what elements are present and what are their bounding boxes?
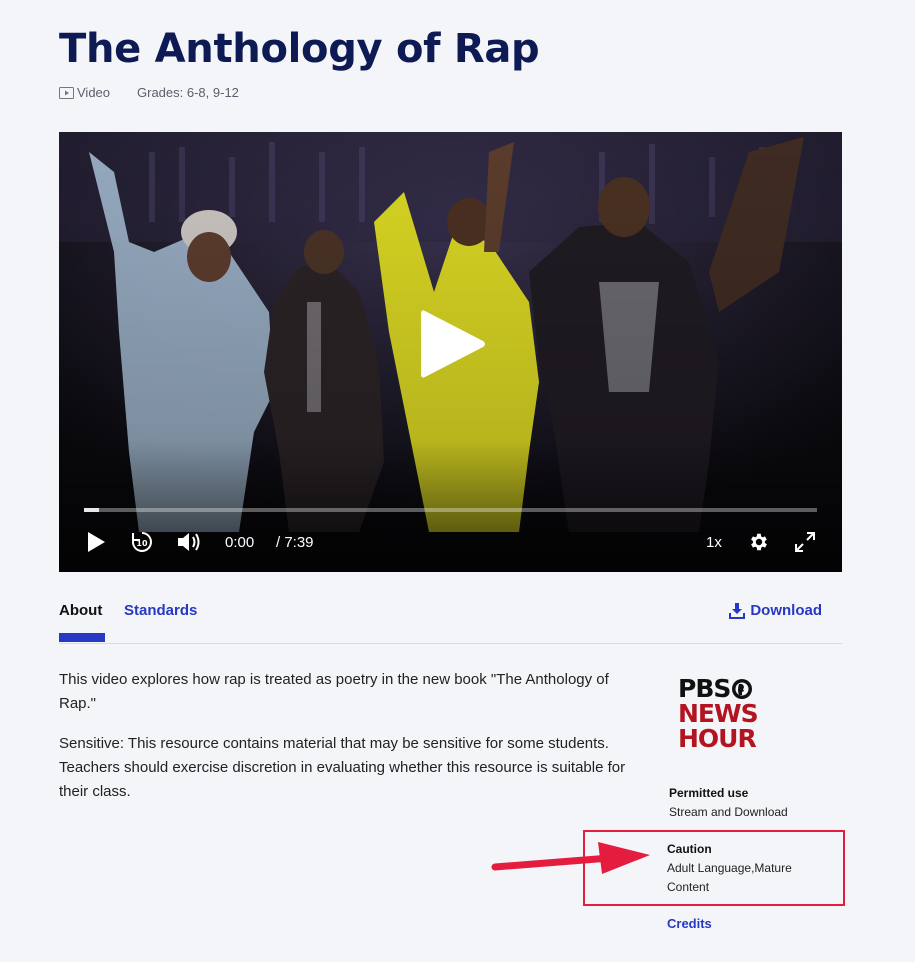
- logo-line-1: PBS: [678, 674, 731, 703]
- rewind-10-button[interactable]: 10: [130, 524, 154, 560]
- active-tab-indicator: [59, 633, 105, 642]
- player-controls: 10 0:00 / 7:39 1x: [59, 524, 842, 560]
- caution-value-line2: Content: [667, 880, 710, 894]
- caution-value-line1: Adult Language,Mature: [667, 861, 792, 875]
- description-paragraph: This video explores how rap is treated a…: [59, 671, 609, 712]
- download-icon: [729, 603, 746, 619]
- progress-fill: [84, 508, 99, 512]
- current-time: 0:00: [225, 533, 255, 551]
- volume-icon: [178, 533, 200, 551]
- settings-button[interactable]: [748, 524, 770, 560]
- media-type: Video: [59, 85, 110, 100]
- page-title: The Anthology of Rap: [59, 26, 540, 72]
- gear-icon: [751, 533, 767, 551]
- volume-button[interactable]: [177, 524, 203, 560]
- video-icon: [59, 86, 74, 99]
- video-player[interactable]: 10 0:00 / 7:39 1x: [59, 132, 842, 572]
- grades-label: Grades: 6-8, 9-12: [137, 85, 239, 100]
- media-type-label: Video: [77, 85, 111, 100]
- play-icon: [88, 532, 105, 552]
- rewind-10-icon: 10: [132, 532, 152, 552]
- permitted-use-heading: Permitted use: [669, 786, 749, 800]
- pbs-newshour-logo: PBS NEWS HOUR: [678, 674, 759, 753]
- fullscreen-button[interactable]: [794, 524, 816, 560]
- annotation-arrow: [491, 842, 650, 874]
- tab-standards[interactable]: Standards: [124, 602, 197, 619]
- content-tabs: About Standards Download: [59, 593, 842, 644]
- play-icon: [421, 310, 485, 378]
- download-button[interactable]: Download: [729, 602, 822, 619]
- play-button[interactable]: [86, 524, 106, 560]
- permitted-use-value: Stream and Download: [669, 805, 788, 819]
- progress-bar[interactable]: [84, 508, 817, 512]
- logo-line-3: HOUR: [678, 724, 757, 753]
- logo-line-2: NEWS: [678, 699, 759, 728]
- playback-speed-button[interactable]: 1x: [706, 524, 722, 560]
- download-label: Download: [750, 602, 822, 619]
- tab-about[interactable]: About: [59, 602, 102, 619]
- resource-meta: Video Grades: 6-8, 9-12: [59, 85, 239, 100]
- pbs-head-icon: [732, 678, 753, 699]
- svg-text:10: 10: [136, 539, 148, 548]
- credits-link[interactable]: Credits: [667, 916, 712, 931]
- fullscreen-icon: [795, 532, 815, 552]
- sensitive-notice: Sensitive: This resource contains materi…: [59, 735, 626, 800]
- description: This video explores how rap is treated a…: [59, 668, 644, 820]
- large-play-button[interactable]: [419, 307, 489, 381]
- duration: / 7:39: [276, 533, 314, 551]
- caution-heading: Caution: [667, 842, 712, 856]
